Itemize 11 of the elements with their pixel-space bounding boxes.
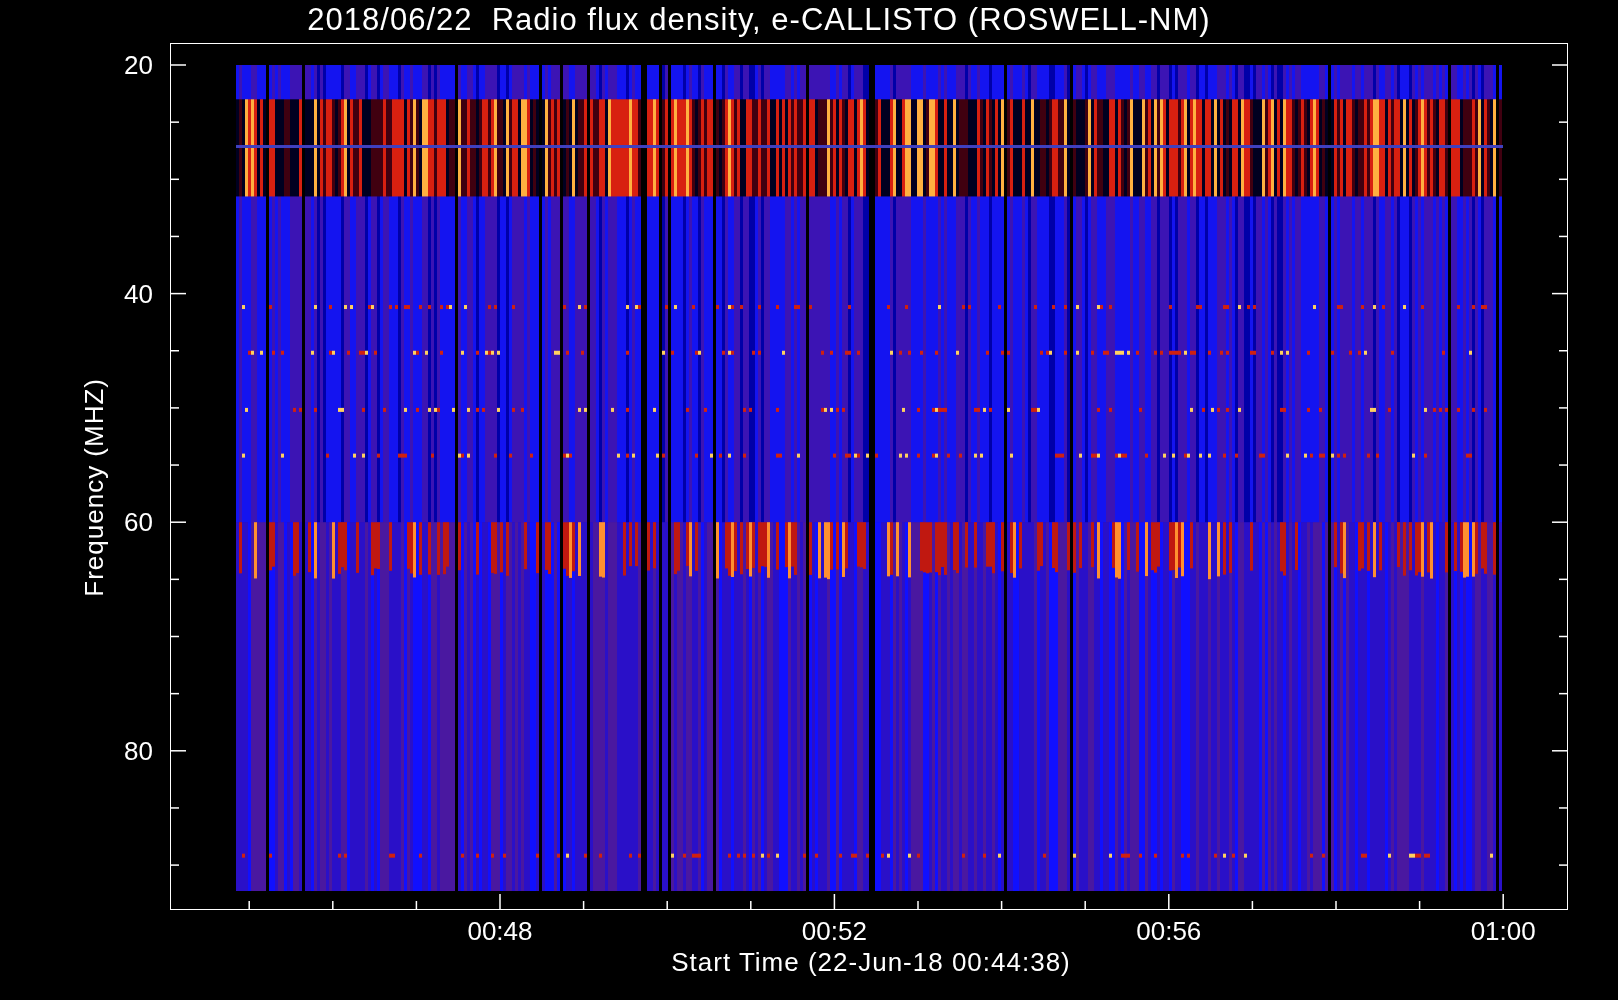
tick-label: 60: [123, 507, 153, 538]
tick-label: 00:52: [800, 916, 868, 946]
y-axis-label: Frequency (MHZ): [79, 378, 109, 597]
tick-label: 80: [123, 735, 153, 766]
tick-label: 20: [123, 50, 153, 80]
plot-title: 2018/06/22 Radio flux density, e-CALLISTO (ROSWELL-NM): [307, 2, 1211, 39]
tick-label: 00:56: [1135, 916, 1203, 946]
tick-label: 01:00: [1469, 916, 1537, 946]
tick-label: 00:48: [466, 916, 534, 946]
tick-label: 40: [123, 278, 153, 309]
x-axis-label: Start Time (22-Jun-18 00:44:38): [670, 947, 1072, 977]
